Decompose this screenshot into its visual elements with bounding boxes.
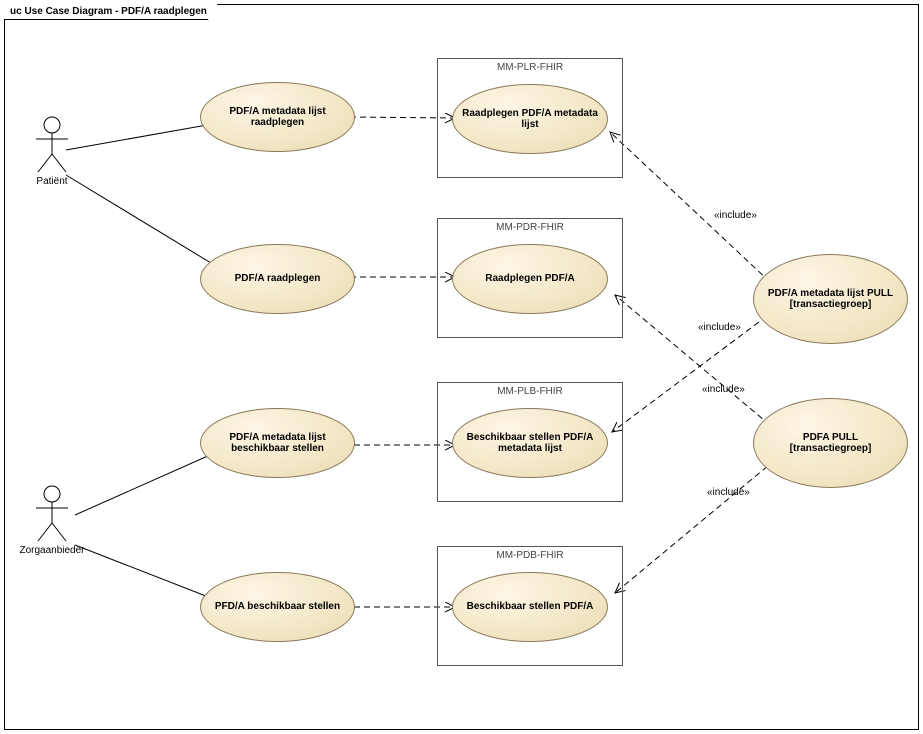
usecase-raadplegen-metadata-lijst: Raadplegen PDF/A metadata lijst <box>452 84 608 154</box>
usecase-metadata-lijst-pull: PDF/A metadata lijst PULL [transactiegro… <box>753 254 908 344</box>
stickman-icon <box>34 485 70 543</box>
include-label: «include» <box>707 487 750 498</box>
usecase-pdfa-pull: PDFA PULL [transactiegroep] <box>753 398 908 488</box>
diagram-title: Use Case Diagram - PDF/A raadplegen <box>24 6 206 17</box>
actor-zorgaanbieder: Zorgaanbieder <box>17 485 87 556</box>
actor-patient: Patiënt <box>17 116 87 187</box>
diagram-prefix: uc <box>10 6 22 17</box>
include-label: «include» <box>698 322 741 333</box>
actor-label: Patiënt <box>17 176 87 187</box>
diagram-title-tab: uc Use Case Diagram - PDF/A raadplegen <box>4 4 218 20</box>
usecase-pdfa-raadplegen: PDF/A raadplegen <box>200 244 355 314</box>
stickman-icon <box>34 116 70 174</box>
actor-label: Zorgaanbieder <box>17 545 87 556</box>
system-boundary-title: MM-PDR-FHIR <box>438 222 622 233</box>
include-label: «include» <box>714 210 757 221</box>
usecase-beschikbaar-pdfa: Beschikbaar stellen PDF/A <box>452 572 608 642</box>
system-boundary-title: MM-PLB-FHIR <box>438 386 622 397</box>
usecase-pfda-beschikbaar: PFD/A beschikbaar stellen <box>200 572 355 642</box>
include-label: «include» <box>702 384 745 395</box>
usecase-beschikbaar-metadata-lijst: Beschikbaar stellen PDF/A metadata lijst <box>452 408 608 478</box>
usecase-raadplegen-pdfa: Raadplegen PDF/A <box>452 244 608 314</box>
usecase-pdfa-metadata-lijst-raadplegen: PDF/A metadata lijst raadplegen <box>200 82 355 152</box>
usecase-pdfa-metadata-lijst-beschikbaar: PDF/A metadata lijst beschikbaar stellen <box>200 408 355 478</box>
system-boundary-title: MM-PLR-FHIR <box>438 62 622 73</box>
system-boundary-title: MM-PDB-FHIR <box>438 550 622 561</box>
